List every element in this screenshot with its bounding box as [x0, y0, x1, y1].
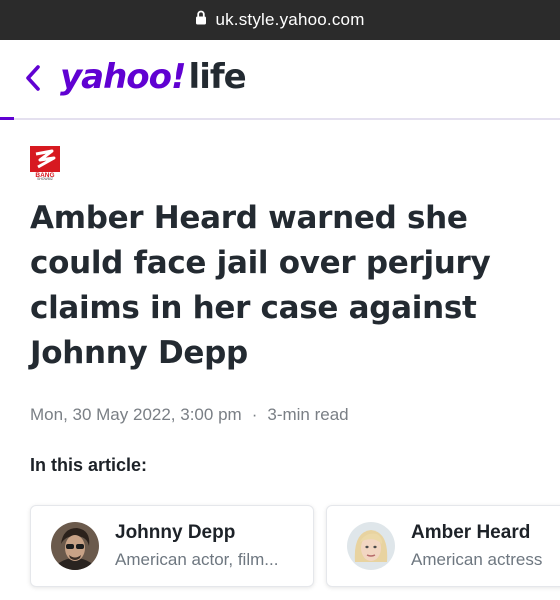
- entity-name: Johnny Depp: [115, 522, 236, 543]
- browser-url-bar[interactable]: uk.style.yahoo.com: [0, 0, 560, 40]
- header-active-indicator: [0, 117, 14, 120]
- meta-separator: ·: [251, 405, 258, 424]
- in-this-article-label: In this article:: [30, 455, 148, 475]
- svg-text:SHOWBIZ: SHOWBIZ: [37, 177, 53, 180]
- chevron-left-icon: [24, 64, 42, 97]
- back-button[interactable]: [18, 62, 48, 98]
- entity-description: American actor, film...: [115, 550, 279, 569]
- avatar: [347, 522, 395, 570]
- logo-yahoo-text: yahoo!: [60, 57, 187, 97]
- entity-card-johnny-depp[interactable]: Johnny Depp American actor, film...: [30, 505, 314, 587]
- avatar: [51, 522, 99, 570]
- logo-life-text: life: [188, 57, 247, 97]
- read-time: 3-min read: [267, 405, 349, 424]
- article-date: Mon, 30 May 2022, 3:00 pm: [30, 405, 242, 424]
- publisher-logo[interactable]: BANG SHOWBIZ: [30, 146, 60, 181]
- site-header: yahoo! life: [0, 40, 560, 120]
- url-text: uk.style.yahoo.com: [215, 10, 365, 29]
- lock-icon: [195, 10, 207, 30]
- entity-description: American actress: [411, 550, 543, 569]
- entity-name: Amber Heard: [411, 522, 531, 543]
- article-meta: Mon, 30 May 2022, 3:00 pm · 3-min read: [30, 405, 349, 425]
- article-headline: Amber Heard warned she could face jail o…: [30, 200, 491, 371]
- yahoo-life-logo[interactable]: yahoo! life: [60, 57, 247, 101]
- entity-card-amber-heard[interactable]: Amber Heard American actress: [326, 505, 560, 587]
